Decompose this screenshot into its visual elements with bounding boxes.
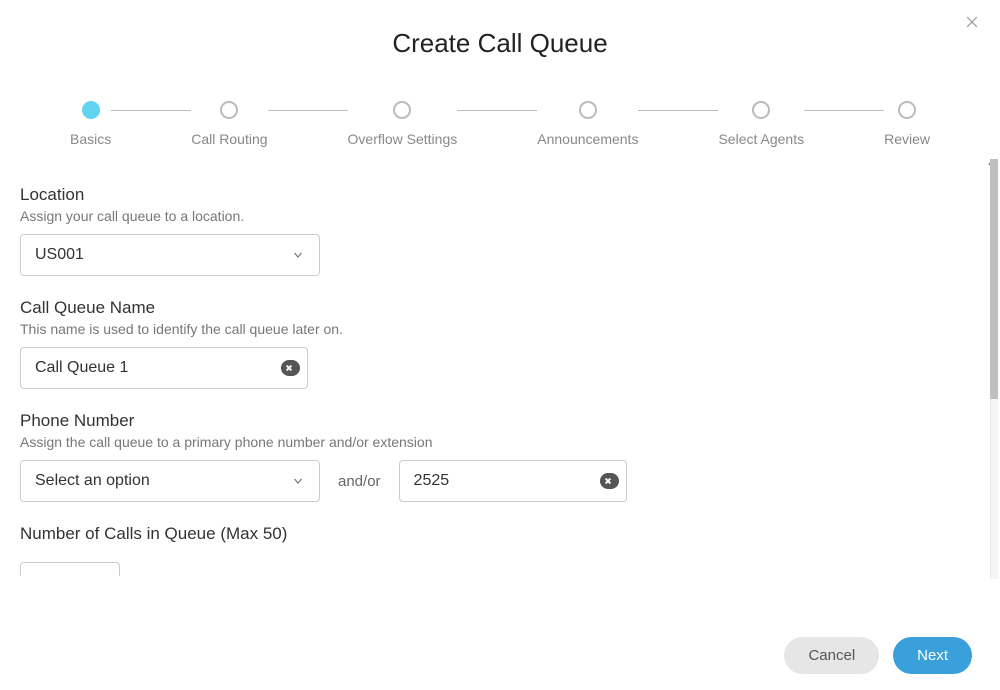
footer-actions: Cancel Next: [784, 637, 972, 674]
extension-input[interactable]: [399, 460, 627, 502]
field-max-calls: Number of Calls in Queue (Max 50): [20, 524, 970, 576]
field-help: Assign the call queue to a primary phone…: [20, 434, 970, 450]
phone-number-select[interactable]: Select an option: [20, 460, 320, 502]
field-label: Call Queue Name: [20, 298, 970, 318]
field-label: Number of Calls in Queue (Max 50): [20, 524, 970, 544]
conjunction-text: and/or: [338, 473, 381, 490]
scrollbar-thumb[interactable]: [990, 159, 998, 399]
step-circle-icon: [393, 101, 411, 119]
step-overflow-settings[interactable]: Overflow Settings: [348, 101, 458, 147]
queue-name-input-wrap: ​: [20, 347, 308, 389]
field-location: Location Assign your call queue to a loc…: [20, 185, 970, 276]
step-connector: [804, 110, 884, 111]
field-queue-name: Call Queue Name This name is used to ide…: [20, 298, 970, 389]
field-help: Assign your call queue to a location.: [20, 208, 970, 224]
extension-input-wrap: ​: [399, 460, 627, 502]
queue-name-input[interactable]: [20, 347, 308, 389]
cancel-button[interactable]: Cancel: [784, 637, 879, 674]
scrollbar-track[interactable]: [990, 159, 998, 579]
modal-title: Create Call Queue: [0, 0, 1000, 63]
close-icon[interactable]: [962, 14, 982, 34]
form-body: Location Assign your call queue to a loc…: [0, 159, 990, 579]
step-label: Review: [884, 131, 930, 147]
step-circle-icon: [82, 101, 100, 119]
select-value: US001: [35, 246, 84, 264]
step-select-agents[interactable]: Select Agents: [718, 101, 804, 147]
stepper: Basics Call Routing Overflow Settings An…: [0, 63, 1000, 159]
form-scroll-region: Location Assign your call queue to a loc…: [0, 159, 1000, 579]
step-call-routing[interactable]: Call Routing: [191, 101, 267, 147]
clear-input-icon[interactable]: ​: [281, 360, 300, 376]
step-label: Call Routing: [191, 131, 267, 147]
select-placeholder: Select an option: [35, 472, 150, 490]
step-basics[interactable]: Basics: [70, 101, 111, 147]
step-circle-icon: [579, 101, 597, 119]
step-circle-icon: [220, 101, 238, 119]
chevron-down-icon: [291, 474, 305, 488]
phone-row: Select an option and/or ​: [20, 460, 970, 502]
max-calls-input[interactable]: [20, 562, 120, 576]
field-label: Phone Number: [20, 411, 970, 431]
step-connector: [638, 110, 718, 111]
step-connector: [111, 110, 191, 111]
step-announcements[interactable]: Announcements: [537, 101, 638, 147]
clear-input-icon[interactable]: ​: [600, 473, 619, 489]
location-select[interactable]: US001: [20, 234, 320, 276]
step-connector: [268, 110, 348, 111]
step-label: Select Agents: [718, 131, 804, 147]
next-button[interactable]: Next: [893, 637, 972, 674]
step-review[interactable]: Review: [884, 101, 930, 147]
max-calls-input-wrap: [20, 554, 120, 576]
chevron-down-icon: [291, 248, 305, 262]
step-label: Announcements: [537, 131, 638, 147]
step-connector: [457, 110, 537, 111]
field-label: Location: [20, 185, 970, 205]
step-circle-icon: [898, 101, 916, 119]
field-phone-number: Phone Number Assign the call queue to a …: [20, 411, 970, 502]
step-label: Basics: [70, 131, 111, 147]
step-label: Overflow Settings: [348, 131, 458, 147]
field-help: This name is used to identify the call q…: [20, 321, 970, 337]
step-circle-icon: [752, 101, 770, 119]
